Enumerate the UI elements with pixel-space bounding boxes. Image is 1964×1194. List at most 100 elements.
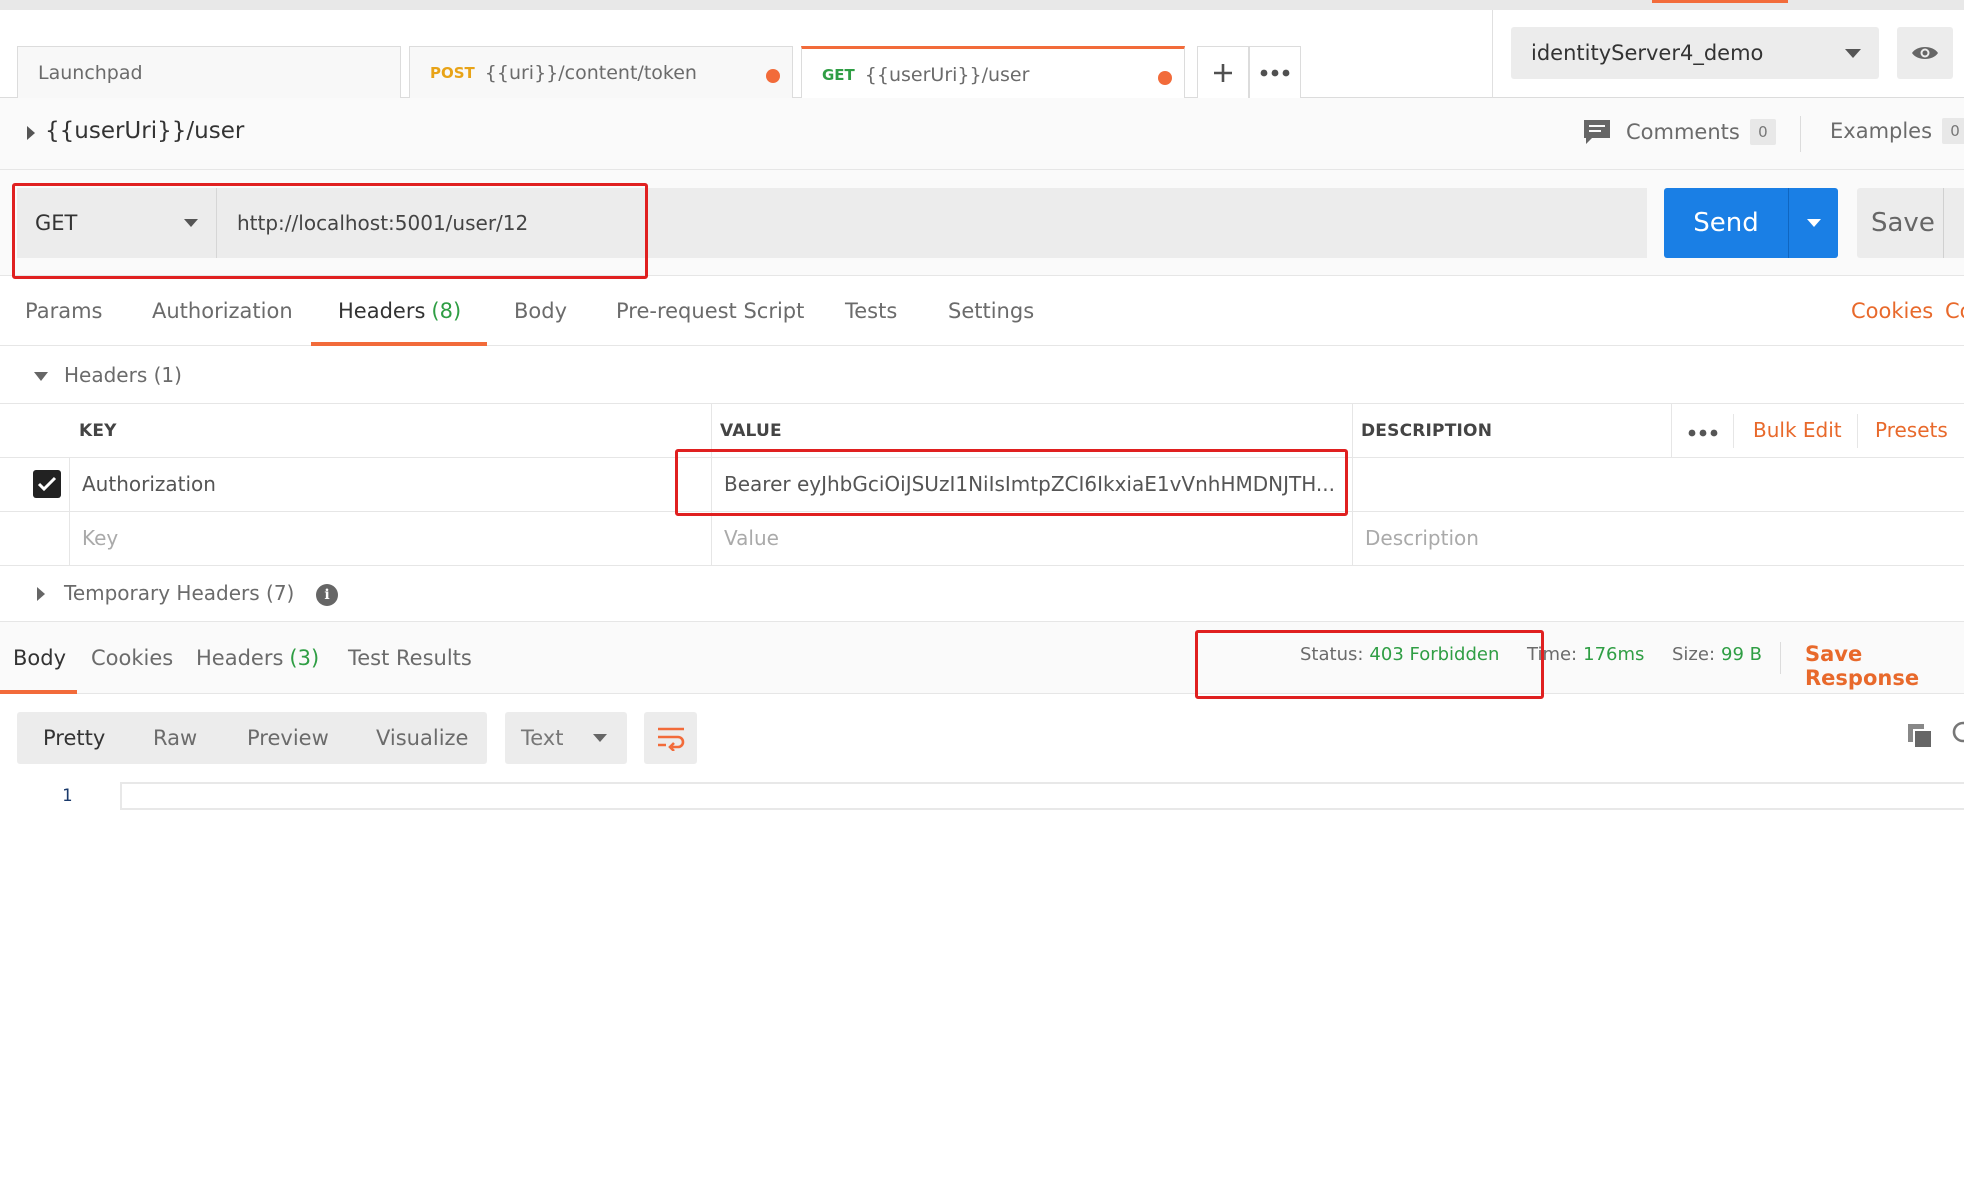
expand-caret-icon	[37, 587, 45, 601]
divider	[1943, 188, 1944, 258]
tab-label: Test Results	[348, 646, 472, 670]
examples-label: Examples	[1830, 119, 1933, 143]
tab-body[interactable]: Body	[514, 276, 567, 346]
tab-get-user[interactable]: GET {{userUri}}/user	[801, 46, 1185, 100]
tab-label: Launchpad	[38, 62, 143, 84]
window-top-strip	[0, 0, 1964, 10]
tab-pre-request-script[interactable]: Pre-request Script	[616, 276, 804, 346]
code-link[interactable]: Co	[1945, 276, 1964, 346]
request-config-tabs: Params Authorization Headers (8) Body Pre…	[0, 276, 1964, 346]
search-icon	[1952, 721, 1964, 743]
view-pretty[interactable]: Pretty	[43, 712, 105, 764]
divider	[1800, 116, 1801, 152]
save-response-button[interactable]: Save Response	[1805, 642, 1964, 690]
cookies-link[interactable]: Cookies	[1851, 276, 1933, 346]
copy-button[interactable]	[1906, 722, 1934, 754]
tab-headers[interactable]: Headers (8)	[338, 276, 461, 346]
view-visualize[interactable]: Visualize	[376, 712, 468, 764]
send-options-button[interactable]	[1788, 188, 1838, 258]
response-tab-test-results[interactable]: Test Results	[348, 622, 472, 694]
url-bar-row: GET Send Save	[0, 170, 1964, 276]
response-view-toolbar: Pretty Raw Preview Visualize Text	[0, 694, 1964, 778]
send-button[interactable]: Send	[1664, 188, 1788, 258]
response-tab-body[interactable]: Body	[13, 622, 66, 694]
tab-label: Tests	[845, 299, 898, 323]
header-key-cell[interactable]: Authorization	[82, 472, 216, 496]
tab-label: Pre-request Script	[616, 299, 805, 323]
tab-method: POST	[430, 64, 475, 82]
header-value-cell[interactable]: Bearer eyJhbGciOiJSUzI1NiIsImtpZCI6Ikxia…	[724, 472, 1335, 496]
view-mode-segmented-control: Pretty Raw Preview Visualize	[17, 712, 487, 764]
search-button[interactable]	[1950, 720, 1964, 754]
divider	[1671, 404, 1672, 458]
new-description-input[interactable]: Description	[1365, 526, 1479, 550]
examples-button[interactable]: Examples 0	[1830, 118, 1964, 144]
save-button[interactable]: Save	[1857, 188, 1964, 258]
view-label: Preview	[247, 726, 329, 750]
examples-count-badge: 0	[1942, 118, 1964, 144]
plus-icon	[1214, 64, 1232, 82]
tab-label: Params	[25, 299, 103, 323]
divider	[1352, 404, 1353, 566]
chevron-down-icon	[1807, 219, 1821, 227]
code-line[interactable]	[120, 782, 1964, 810]
comments-button[interactable]: Comments 0	[1582, 118, 1776, 146]
response-tab-cookies[interactable]: Cookies	[91, 622, 173, 694]
presets-link[interactable]: Presets	[1875, 418, 1948, 442]
tab-label: Settings	[948, 299, 1035, 323]
url-input[interactable]	[217, 188, 1647, 258]
eye-icon	[1912, 47, 1938, 59]
response-status[interactable]: Status: 403 Forbidden	[1300, 644, 1499, 665]
headers-count: (8)	[431, 299, 462, 323]
response-time[interactable]: Time: 176ms	[1527, 644, 1644, 665]
new-value-input[interactable]: Value	[724, 526, 779, 550]
status-value: 403 Forbidden	[1369, 644, 1500, 665]
tab-authorization[interactable]: Authorization	[152, 276, 293, 346]
response-size[interactable]: Size: 99 B	[1672, 644, 1762, 665]
divider	[1733, 414, 1734, 448]
wrap-lines-button[interactable]	[644, 712, 697, 764]
tab-params[interactable]: Params	[25, 276, 103, 346]
response-tab-headers[interactable]: Headers (3)	[196, 622, 319, 694]
divider	[1857, 414, 1858, 448]
format-select[interactable]: Text	[505, 712, 627, 764]
comments-label: Comments	[1626, 120, 1740, 144]
http-method-select[interactable]: GET	[17, 188, 217, 258]
info-icon[interactable]: i	[316, 584, 338, 606]
header-enabled-checkbox[interactable]	[33, 470, 61, 498]
collapse-caret-icon	[34, 372, 48, 381]
tab-settings[interactable]: Settings	[948, 276, 1034, 346]
tab-method: GET	[822, 65, 855, 84]
wrap-lines-icon	[657, 727, 684, 751]
new-tab-button[interactable]	[1197, 46, 1249, 99]
temporary-headers-toggle[interactable]: Temporary Headers (7) i	[0, 566, 1964, 622]
table-options-button[interactable]	[1688, 418, 1718, 443]
size-label: Size:	[1672, 644, 1716, 665]
environment-bar: identityServer4_demo	[1492, 10, 1964, 98]
headers-section-toggle[interactable]: Headers (1)	[0, 346, 1964, 404]
new-key-input[interactable]: Key	[82, 526, 118, 550]
tab-options-button[interactable]	[1249, 46, 1301, 99]
request-name[interactable]: {{userUri}}/user	[45, 118, 244, 144]
environment-name: identityServer4_demo	[1531, 41, 1764, 65]
tab-label: Cookies	[91, 646, 174, 670]
view-preview[interactable]: Preview	[247, 712, 329, 764]
top-accent-line	[1652, 0, 1788, 3]
tab-post-token[interactable]: POST {{uri}}/content/token	[409, 46, 793, 99]
tab-label: Body	[13, 646, 67, 670]
tab-launchpad[interactable]: Launchpad	[17, 46, 401, 99]
environment-quick-look-button[interactable]	[1897, 27, 1953, 79]
tab-label: Body	[514, 299, 568, 323]
expand-caret-icon[interactable]	[27, 126, 35, 140]
status-label: Status:	[1300, 644, 1364, 665]
divider	[711, 404, 712, 566]
bulk-edit-link[interactable]: Bulk Edit	[1753, 418, 1842, 442]
tab-tests[interactable]: Tests	[845, 276, 897, 346]
unsaved-dot-icon	[1158, 71, 1172, 85]
http-method-value: GET	[35, 211, 78, 235]
view-raw[interactable]: Raw	[153, 712, 197, 764]
time-label: Time:	[1527, 644, 1578, 665]
headers-table: KEY VALUE DESCRIPTION Bulk Edit Presets …	[0, 404, 1964, 566]
environment-select[interactable]: identityServer4_demo	[1511, 27, 1879, 79]
response-body-editor[interactable]: 1	[0, 778, 1964, 1194]
